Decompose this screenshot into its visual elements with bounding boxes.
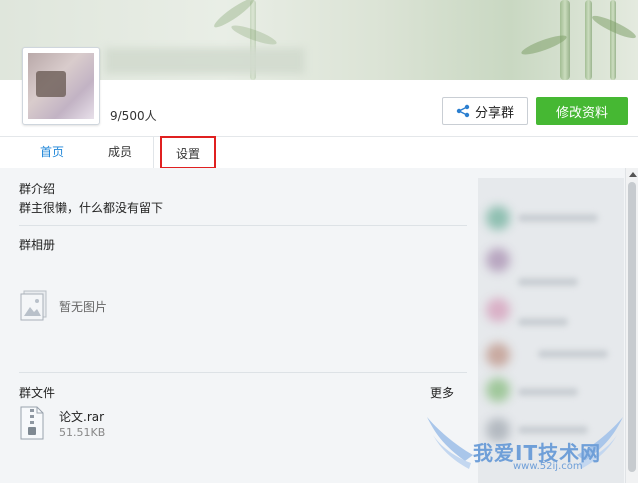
share-icon — [456, 104, 470, 118]
tab-members[interactable]: 成员 — [90, 137, 150, 168]
tab-bar: 首页 成员 设置 — [0, 136, 638, 169]
tab-divider — [153, 137, 154, 168]
scroll-up-icon[interactable] — [629, 172, 637, 177]
album-empty-text: 暂无图片 — [59, 300, 108, 314]
files-title: 群文件 — [19, 386, 56, 400]
share-group-button[interactable]: 分享群 — [442, 97, 528, 125]
group-profile-window: 9/500人 分享群 修改资料 首页 成员 设置 群介绍 群主很懒，什么都没有留… — [0, 0, 638, 483]
site-watermark: 我爱IT技术网 www.52ij.com — [425, 415, 625, 475]
blurred-group-name — [105, 48, 305, 74]
scroll-thumb[interactable] — [628, 182, 636, 472]
album-title: 群相册 — [19, 238, 56, 252]
file-size: 51.51KB — [59, 426, 106, 439]
section-divider — [19, 372, 467, 373]
watermark-url: www.52ij.com — [513, 461, 583, 472]
vertical-scrollbar[interactable] — [625, 168, 638, 483]
member-count: 9/500人 — [110, 109, 157, 123]
files-more-link[interactable]: 更多 — [430, 384, 454, 401]
intro-text: 群主很懒，什么都没有留下 — [19, 201, 164, 215]
watermark-wing-left-icon — [427, 417, 473, 469]
section-divider — [19, 225, 467, 226]
zip-file-icon[interactable] — [20, 406, 44, 440]
tab-home[interactable]: 首页 — [22, 137, 82, 168]
image-placeholder-icon — [20, 290, 47, 321]
tab-settings[interactable]: 设置 — [160, 136, 216, 169]
group-avatar[interactable] — [22, 47, 100, 125]
intro-title: 群介绍 — [19, 182, 56, 196]
share-label: 分享群 — [474, 105, 514, 121]
file-name[interactable]: 论文.rar — [59, 408, 104, 425]
edit-profile-button[interactable]: 修改资料 — [536, 97, 628, 125]
